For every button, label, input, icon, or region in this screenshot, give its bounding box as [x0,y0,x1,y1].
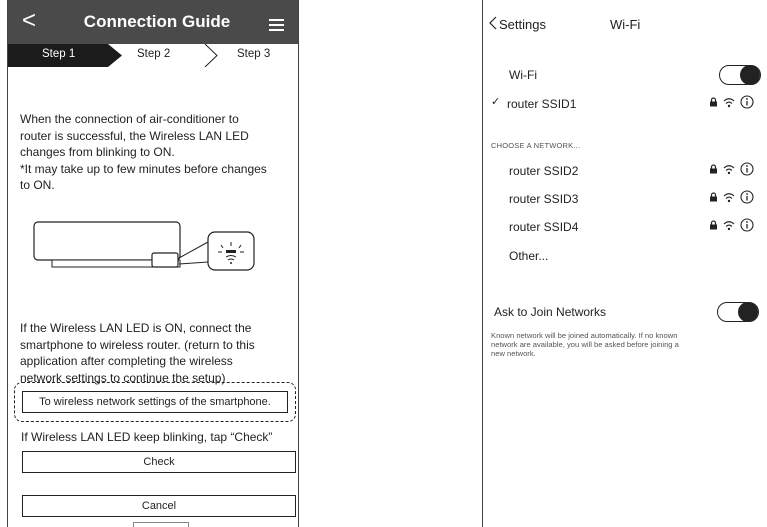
step-1-label: Step 1 [42,48,76,60]
air-conditioner-illustration [33,221,255,271]
choose-network-header: CHOOSE A NETWORK... [491,141,581,150]
network-item[interactable]: router SSID3 [509,192,578,206]
other-network-item[interactable]: Other... [509,249,548,263]
wifi-signal-icon [723,220,735,230]
page-title: Connection Guide [83,12,231,31]
step-1-active: Step 1 [8,44,122,67]
info-icon[interactable] [740,218,754,232]
toggle-knob [740,65,760,85]
lock-icon [710,220,717,230]
wifi-settings-button[interactable]: To wireless network settings of the smar… [22,391,288,413]
toggle-knob [738,302,758,322]
screen-title: Wi-Fi [610,17,641,32]
step-indicator: Step 1 Step 2 Step 3 [8,44,298,67]
info-icon[interactable] [740,162,754,176]
info-icon[interactable] [740,95,754,109]
wifi-label: Wi-Fi [509,68,537,82]
blinking-note: If Wireless LAN LED keep blinking, tap “… [21,430,273,444]
network-icons [709,95,754,109]
info-icon[interactable] [740,190,754,204]
step-3-label: Step 3 [237,48,271,60]
app-header: < Connection Guide [8,0,298,44]
connection-instructions: When the connection of air-conditioner t… [20,111,288,194]
network-item[interactable]: router SSID4 [509,220,578,234]
wifi-toggle[interactable] [719,65,761,85]
back-settings-link[interactable]: Settings [499,17,546,32]
lock-icon [710,164,717,174]
checkmark-icon: ✓ [491,96,501,108]
instruction-line: router is successful, the Wireless LAN L… [20,128,249,143]
step-chevron-icon [204,44,218,67]
description-line: Known network will be joined automatical… [491,331,678,340]
instruction-line: *It may take up to few minutes before ch… [20,161,267,176]
ask-to-join-label: Ask to Join Networks [494,305,607,319]
instruction-line: smartphone to wireless router. (return t… [20,337,255,352]
lock-icon [710,192,717,202]
network-icons [709,162,754,176]
instruction-line: application after completing the wireles… [20,354,233,368]
description-line: new network. [491,349,536,358]
network-icons [709,190,754,204]
check-button[interactable]: Check [22,451,296,473]
ask-to-join-toggle[interactable] [717,302,759,322]
wifi-signal-icon [723,192,735,202]
ask-to-join-description: Known network will be joined automatical… [491,331,767,358]
instruction-line: When the connection of air-conditioner t… [20,112,239,126]
menu-icon[interactable] [269,19,284,34]
bottom-tab-edge [133,522,189,527]
wifi-signal-icon [723,97,735,107]
router-connect-instructions: If the Wireless LAN LED is ON, connect t… [20,320,290,386]
wifi-settings-screen: Settings Wi-Fi Wi-Fi ✓ router SSID1 CHOO… [482,0,767,527]
cancel-button[interactable]: Cancel [22,495,296,517]
step-2-label: Step 2 [137,48,171,60]
instruction-line: changes from blinking to ON. [20,145,175,159]
connection-guide-screen: < Connection Guide Step 1 Step 2 Step 3 … [7,0,299,527]
instruction-line: to ON. [20,178,55,192]
network-item[interactable]: router SSID2 [509,164,578,178]
wifi-signal-icon [723,164,735,174]
connected-network-name[interactable]: router SSID1 [507,97,576,111]
chevron-left-icon[interactable] [489,16,497,30]
lock-icon [710,97,717,107]
network-icons [709,218,754,232]
description-line: network are available, you will be asked… [491,340,679,349]
instruction-line: If the Wireless LAN LED is ON, connect t… [20,321,252,335]
